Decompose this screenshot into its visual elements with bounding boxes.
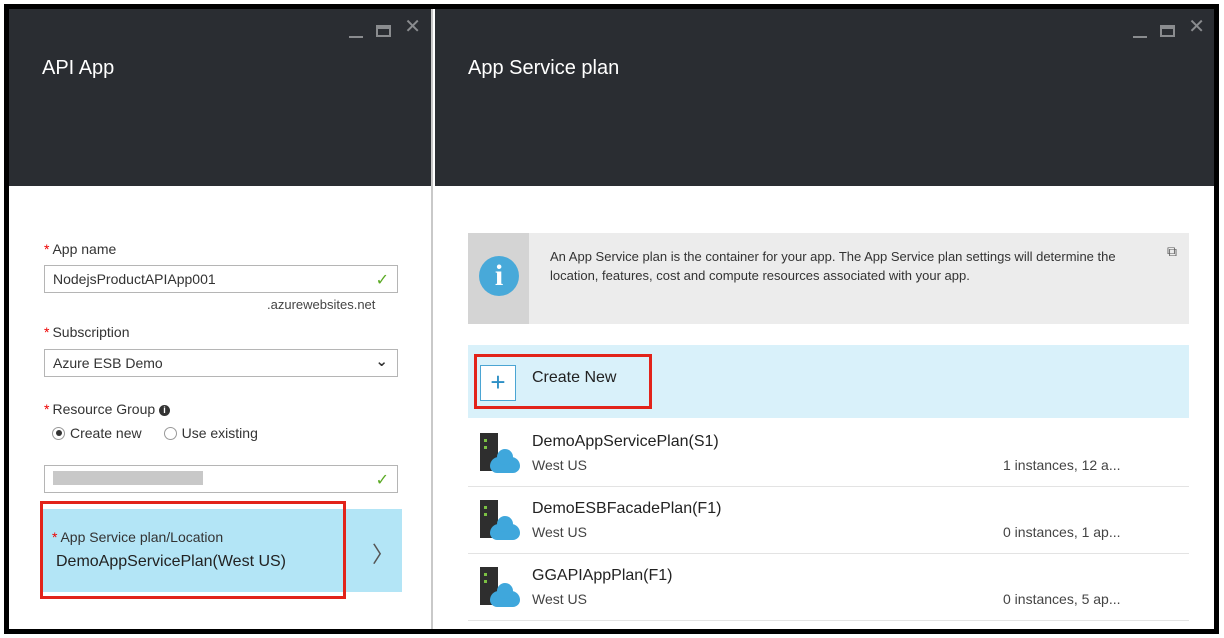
app-service-plan-icon [480, 567, 520, 611]
app-name-label: * App name [44, 241, 117, 257]
check-icon: ✓ [375, 472, 389, 489]
required-marker: * [44, 324, 50, 340]
required-marker: * [44, 241, 50, 257]
blade-title: API App [42, 57, 115, 79]
minimize-icon[interactable] [1133, 21, 1148, 38]
app-service-plan-icon [480, 433, 520, 477]
info-banner: i An App Service plan is the container f… [468, 233, 1189, 324]
minimize-icon[interactable] [349, 21, 364, 38]
plan-location: West US [532, 524, 587, 540]
plan-list-item[interactable]: DemoESBFacadePlan(F1) West US 0 instance… [468, 490, 1189, 554]
required-marker: * [44, 401, 50, 417]
external-link-icon[interactable]: ⧉ [1167, 243, 1177, 260]
window-controls: ✕ [349, 17, 421, 38]
chevron-right-icon: 〉 [371, 542, 394, 567]
plan-name: DemoESBFacadePlan(F1) [532, 500, 722, 517]
redacted-value [53, 471, 203, 485]
subscription-select[interactable]: Azure ESB Demo ⌄ [44, 349, 398, 377]
resource-group-options: Create new Use existing [52, 425, 258, 441]
subscription-label: * Subscription [44, 324, 130, 340]
create-new-label: Create new [70, 425, 142, 441]
blade-title: App Service plan [468, 57, 620, 79]
blade-header: App Service plan ✕ [435, 9, 1214, 186]
use-existing-label: Use existing [181, 425, 258, 441]
app-service-plan-icon [480, 500, 520, 544]
close-icon[interactable]: ✕ [1188, 17, 1205, 38]
resource-group-input[interactable]: ✓ [44, 465, 398, 493]
highlight-box [40, 501, 346, 599]
plan-location: West US [532, 457, 587, 473]
plan-name: GGAPIAppPlan(F1) [532, 567, 673, 584]
highlight-box [474, 354, 652, 409]
resource-group-label: * Resource Group i [44, 401, 171, 417]
app-name-input[interactable]: NodejsProductAPIApp001 ✓ [44, 265, 398, 293]
subscription-value: Azure ESB Demo [53, 355, 163, 371]
plan-list-item[interactable]: DemoAppServicePlan(S1) West US 1 instanc… [468, 423, 1189, 487]
maximize-icon[interactable] [1160, 25, 1176, 37]
use-existing-radio[interactable] [163, 426, 177, 440]
plan-instances: 1 instances, 12 a... [1003, 457, 1121, 473]
plan-instances: 0 instances, 5 ap... [1003, 591, 1121, 607]
info-text: An App Service plan is the container for… [550, 249, 1116, 283]
maximize-icon[interactable] [376, 25, 392, 37]
plan-location: West US [532, 591, 587, 607]
chevron-down-icon: ⌄ [375, 353, 388, 370]
portal-frame: API App ✕ * App name NodejsProductAPIApp0… [4, 4, 1219, 634]
app-service-plan-blade: App Service plan ✕ i An App Service plan… [435, 9, 1214, 629]
window-controls: ✕ [1133, 17, 1205, 38]
app-name-value: NodejsProductAPIApp001 [53, 271, 216, 287]
domain-suffix: .azurewebsites.net [267, 297, 376, 312]
plan-instances: 0 instances, 1 ap... [1003, 524, 1121, 540]
create-new-radio[interactable] [52, 426, 65, 440]
blade-header: API App ✕ [9, 9, 431, 186]
info-icon: i [479, 256, 519, 296]
close-icon[interactable]: ✕ [404, 17, 421, 38]
info-icon[interactable]: i [159, 405, 171, 416]
check-icon: ✓ [375, 272, 389, 289]
info-icon-column: i [468, 233, 529, 324]
api-app-blade: API App ✕ * App name NodejsProductAPIApp0… [9, 9, 433, 629]
plan-list-item[interactable]: GGAPIAppPlan(F1) West US 0 instances, 5 … [468, 557, 1189, 621]
plan-name: DemoAppServicePlan(S1) [532, 433, 719, 450]
